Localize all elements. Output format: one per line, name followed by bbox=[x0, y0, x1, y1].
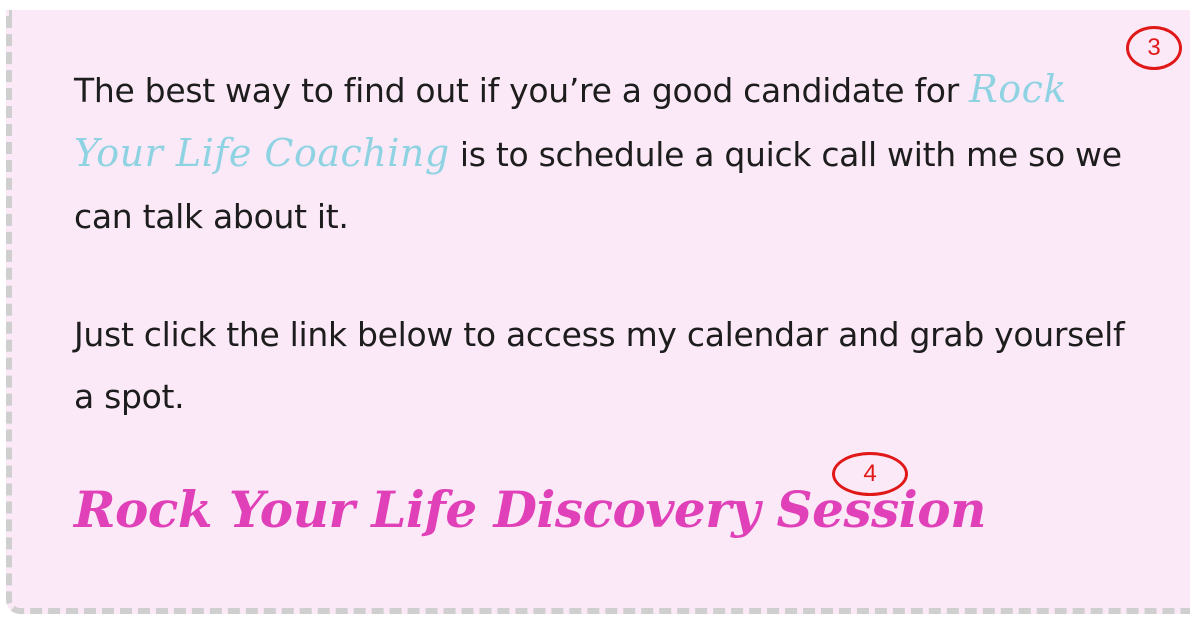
annotation-marker-4: 4 bbox=[832, 452, 908, 496]
annotation-marker-3: 3 bbox=[1126, 26, 1182, 70]
intro-text-start: The best way to find out if you’re a goo… bbox=[74, 71, 970, 110]
intro-paragraph: The best way to find out if you’re a goo… bbox=[74, 58, 1134, 248]
instructions-paragraph: Just click the link below to access my c… bbox=[74, 315, 1125, 416]
content-card: The best way to find out if you’re a goo… bbox=[6, 10, 1190, 614]
